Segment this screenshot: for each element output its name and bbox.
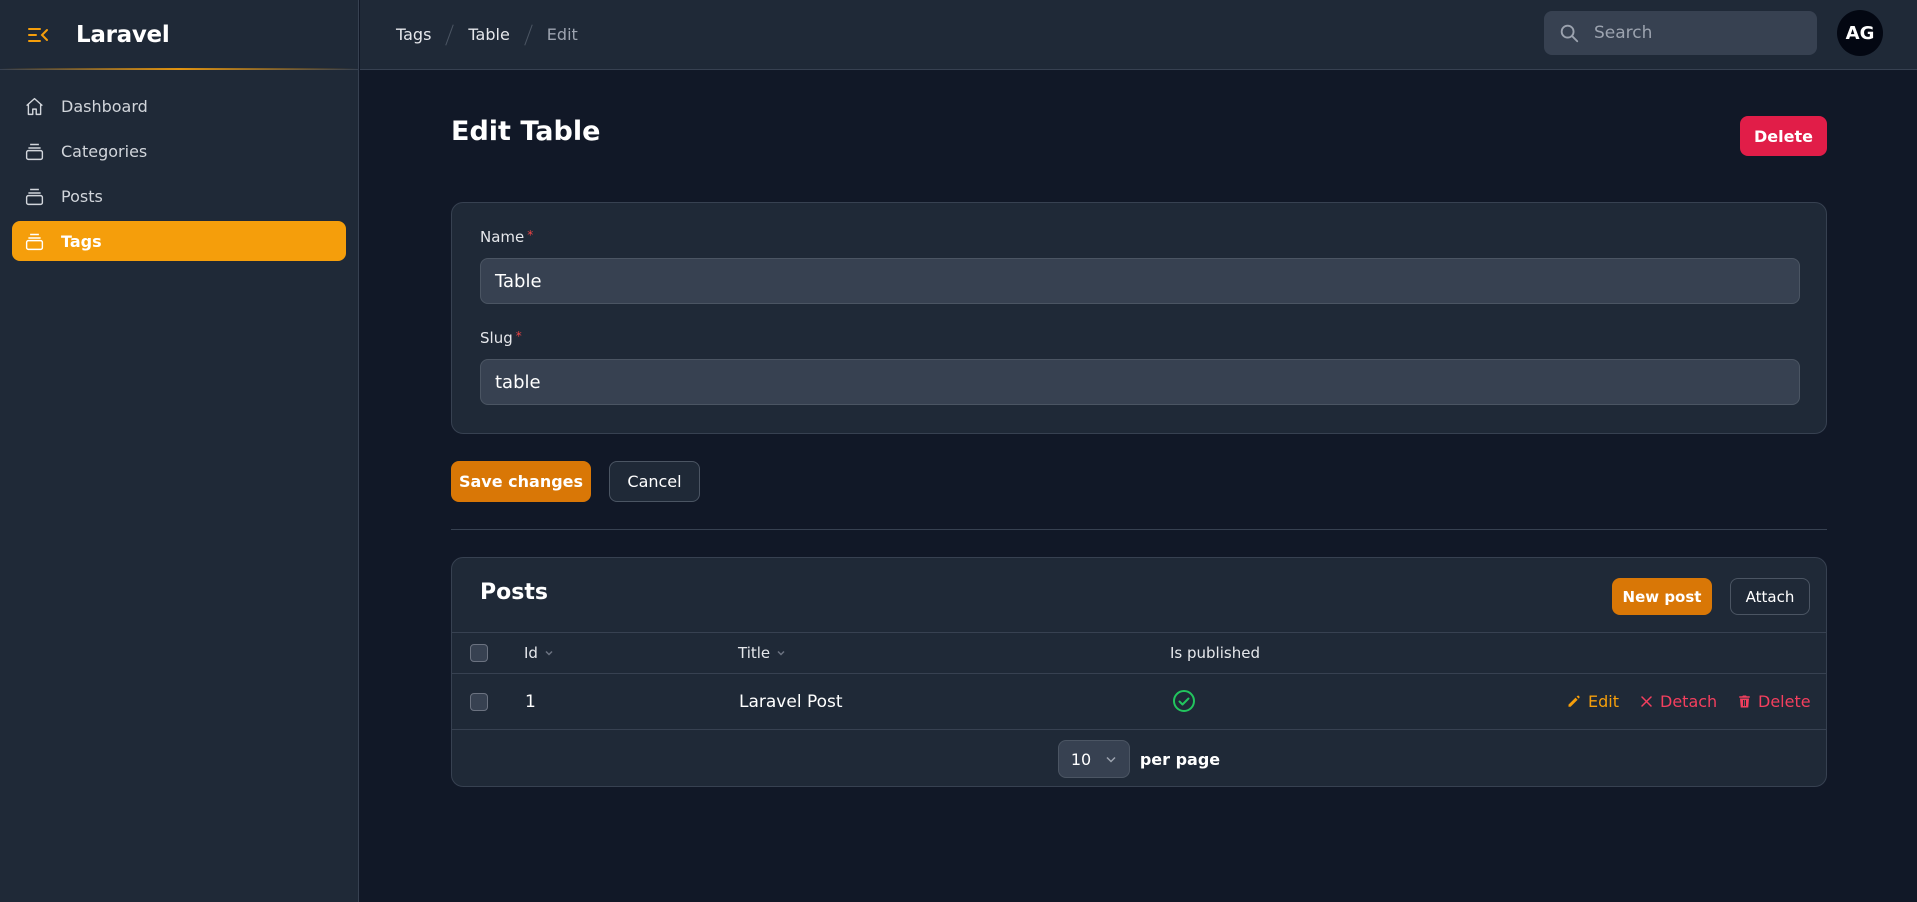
breadcrumb-separator [445, 23, 455, 46]
cell-title: Laravel Post [739, 692, 843, 712]
sidebar-item-label: Tags [61, 231, 102, 251]
posts-relation-table: Posts New post Attach Id Title Is publis… [451, 557, 1827, 787]
search-input[interactable]: Search [1544, 11, 1817, 55]
name-label: Name * [480, 228, 533, 246]
sidebar-item-label: Posts [61, 186, 103, 206]
new-post-button[interactable]: New post [1612, 578, 1712, 615]
column-header-id[interactable]: Id [524, 644, 554, 662]
edit-row-button[interactable]: Edit [1567, 692, 1619, 711]
table-header: Id Title Is published [452, 632, 1826, 674]
cancel-button[interactable]: Cancel [609, 461, 700, 502]
trash-icon [1739, 695, 1750, 708]
brand-logo[interactable]: Laravel [76, 22, 170, 48]
edit-label: Edit [1588, 692, 1619, 711]
column-header-label: Title [738, 644, 771, 662]
delete-row-button[interactable]: Delete [1737, 692, 1811, 711]
column-header-label: Id [524, 644, 538, 662]
table-row[interactable]: 1 Laravel Post Edit Detach Delete [452, 674, 1826, 730]
sidebar-item-dashboard[interactable]: Dashboard [12, 86, 346, 126]
column-header-is-published: Is published [1170, 644, 1260, 662]
topbar: Tags Table Edit Search AG [360, 0, 1917, 70]
sidebar-item-label: Dashboard [61, 96, 148, 116]
slug-label: Slug * [480, 329, 522, 347]
page-title: Edit Table [451, 116, 601, 147]
sidebar-item-label: Categories [61, 141, 148, 161]
sidebar-nav: Dashboard Categories Posts Tags [0, 70, 358, 282]
breadcrumb: Tags Table Edit [396, 23, 578, 46]
close-icon [1641, 696, 1652, 707]
collection-icon [25, 233, 44, 250]
divider [451, 529, 1827, 530]
per-page-value: 10 [1070, 749, 1092, 769]
breadcrumb-item-edit: Edit [546, 25, 578, 44]
search-icon [1560, 24, 1579, 43]
name-field[interactable]: Table [480, 258, 1800, 304]
save-changes-button[interactable]: Save changes [451, 461, 591, 502]
home-icon [26, 97, 43, 115]
column-header-title[interactable]: Title [738, 644, 786, 662]
sidebar-item-tags[interactable]: Tags [12, 221, 346, 261]
attach-button[interactable]: Attach [1730, 578, 1810, 615]
chevron-down-icon [545, 650, 553, 656]
detach-label: Detach [1660, 692, 1718, 711]
chevron-down-icon [777, 650, 785, 656]
collapse-sidebar-icon[interactable] [26, 23, 50, 47]
required-mark: * [527, 228, 534, 242]
table-title: Posts [480, 580, 548, 605]
name-label-text: Name [480, 228, 525, 246]
delete-label: Delete [1758, 692, 1811, 711]
delete-button[interactable]: Delete [1740, 116, 1827, 156]
published-check-icon [1172, 689, 1196, 717]
slug-label-text: Slug [480, 329, 513, 347]
edit-form: Name * Table Slug * table [451, 202, 1827, 434]
column-header-label: Is published [1170, 644, 1260, 662]
sidebar-item-posts[interactable]: Posts [12, 176, 346, 216]
breadcrumb-separator [524, 23, 533, 46]
row-checkbox[interactable] [470, 693, 488, 711]
sidebar-item-categories[interactable]: Categories [12, 131, 346, 171]
detach-row-button[interactable]: Detach [1639, 692, 1717, 711]
pencil-icon [1568, 695, 1580, 707]
sidebar: Laravel Dashboard Categories Posts Tags [0, 0, 359, 902]
pagination: 10 per page [452, 730, 1826, 786]
slug-field[interactable]: table [480, 359, 1800, 405]
avatar[interactable]: AG [1837, 10, 1883, 56]
breadcrumb-item-table[interactable]: Table [468, 25, 509, 44]
chevron-down-icon [1106, 756, 1116, 763]
collection-icon [25, 143, 44, 160]
select-all-checkbox[interactable] [470, 644, 488, 662]
breadcrumb-item-tags[interactable]: Tags [396, 25, 431, 44]
per-page-select[interactable]: 10 [1057, 740, 1130, 778]
cell-id: 1 [525, 692, 536, 712]
search-placeholder: Search [1594, 23, 1653, 43]
sidebar-header: Laravel [0, 0, 358, 70]
per-page-label: per page [1139, 749, 1221, 769]
required-mark: * [515, 329, 522, 343]
collection-icon [25, 188, 44, 205]
